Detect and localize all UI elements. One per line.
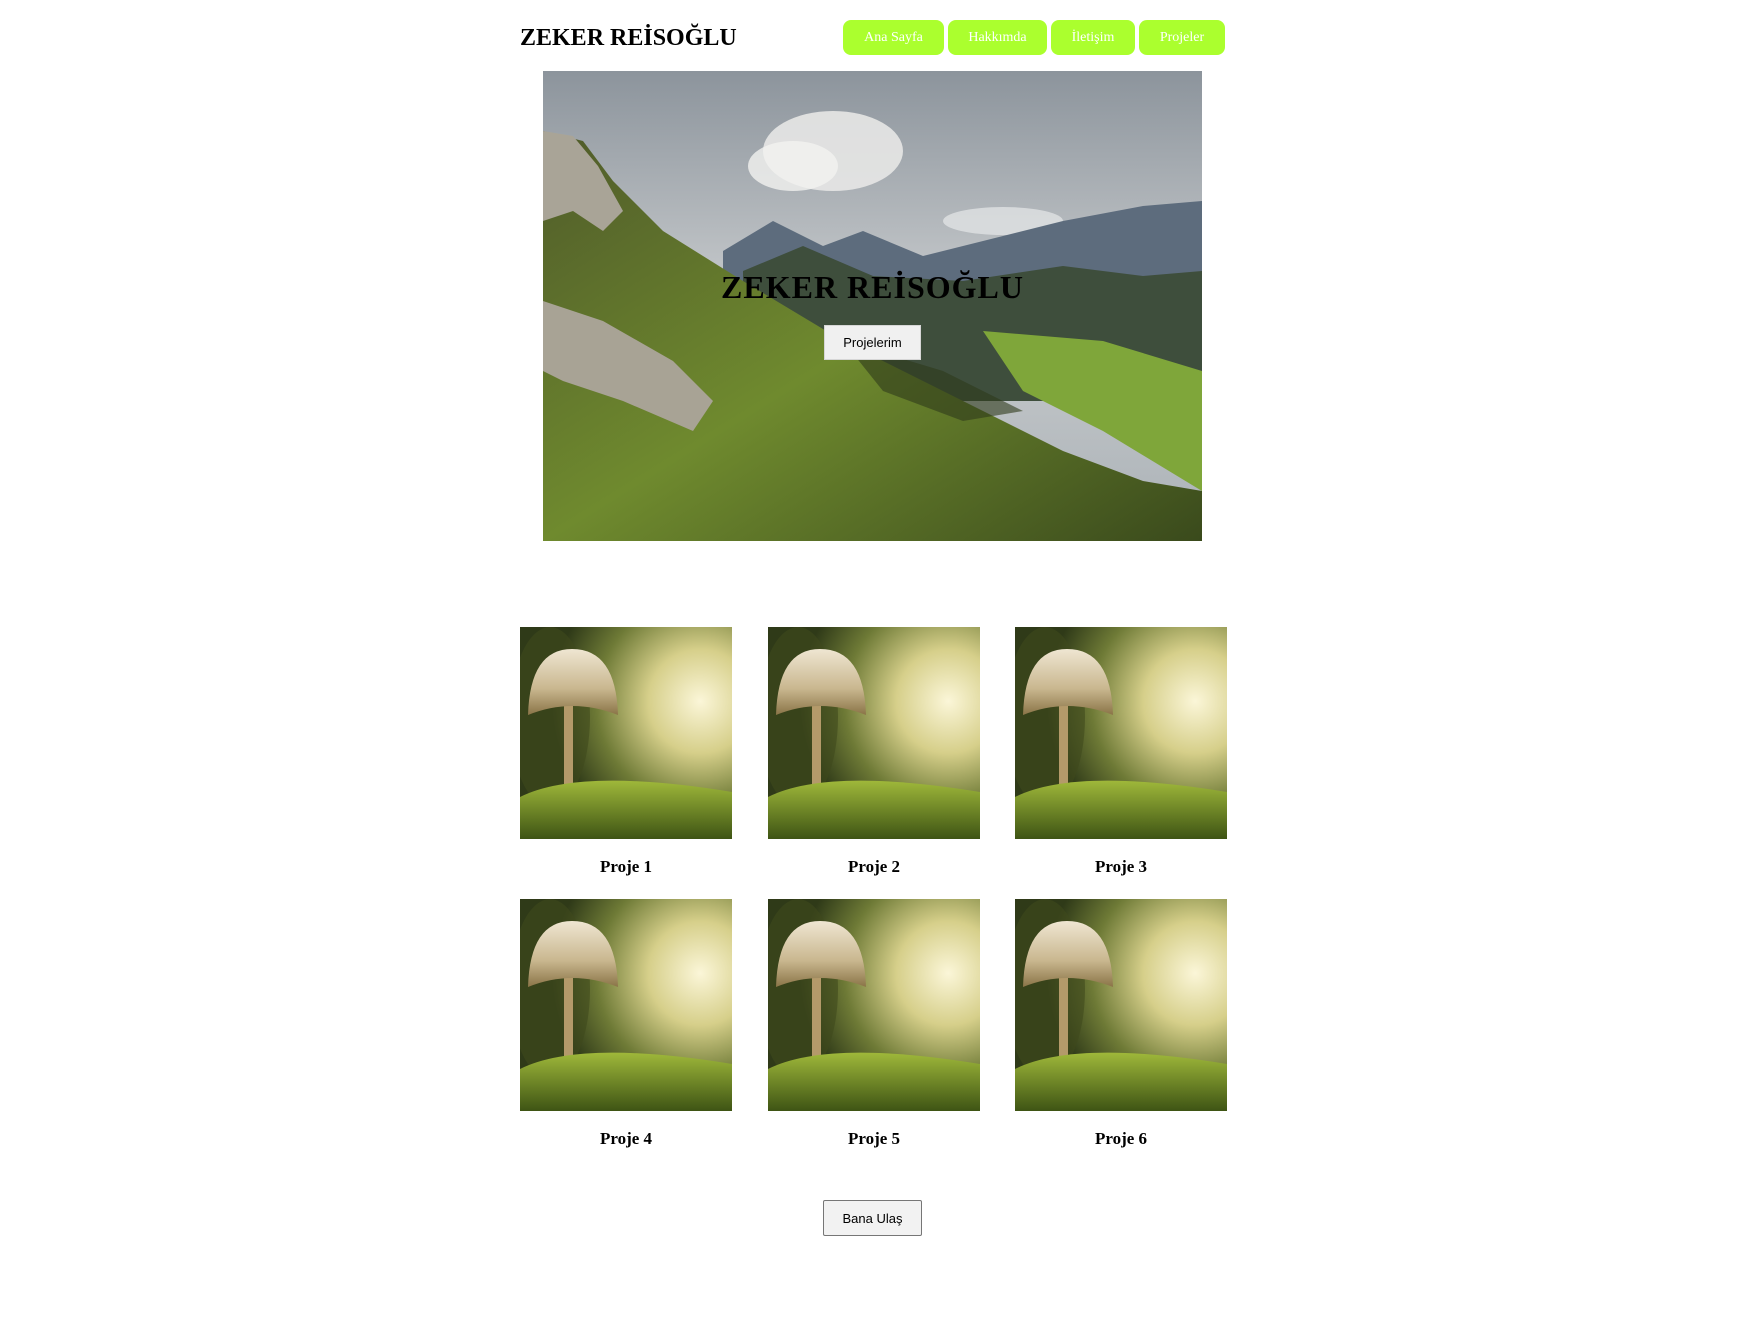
mushroom-image — [768, 899, 980, 1111]
hero-title: ZEKER REİSOĞLU — [721, 269, 1024, 305]
site-title: ZEKER REİSOĞLU — [520, 25, 737, 51]
hero-section: ZEKER REİSOĞLU Projelerim — [543, 71, 1202, 541]
nav-projects-button[interactable]: Projeler — [1139, 20, 1225, 55]
nav-about-button[interactable]: Hakkımda — [948, 20, 1047, 55]
project-title: Proje 2 — [847, 857, 901, 876]
mushroom-image — [1015, 627, 1227, 839]
nav-contact-button[interactable]: İletişim — [1051, 20, 1135, 55]
project-title: Proje 4 — [599, 1129, 653, 1148]
project-card[interactable]: Proje 4 — [520, 899, 732, 1148]
mushroom-image — [1015, 899, 1227, 1111]
project-card[interactable]: Proje 6 — [1015, 899, 1227, 1148]
project-card[interactable]: Proje 2 — [768, 627, 980, 876]
project-title: Proje 6 — [1094, 1129, 1148, 1148]
project-title: Proje 1 — [599, 857, 653, 876]
mushroom-image — [520, 899, 732, 1111]
project-card[interactable]: Proje 3 — [1015, 627, 1227, 876]
nav-home-button[interactable]: Ana Sayfa — [843, 20, 944, 55]
project-card[interactable]: Proje 5 — [768, 899, 980, 1148]
mushroom-image — [768, 627, 980, 839]
mushroom-image — [520, 627, 732, 839]
project-card[interactable]: Proje 1 — [520, 627, 732, 876]
project-title: Proje 3 — [1094, 857, 1148, 876]
contact-me-button[interactable]: Bana Ulaş — [823, 1200, 922, 1236]
project-title: Proje 5 — [847, 1129, 901, 1148]
projects-cta-button[interactable]: Projelerim — [824, 325, 921, 360]
